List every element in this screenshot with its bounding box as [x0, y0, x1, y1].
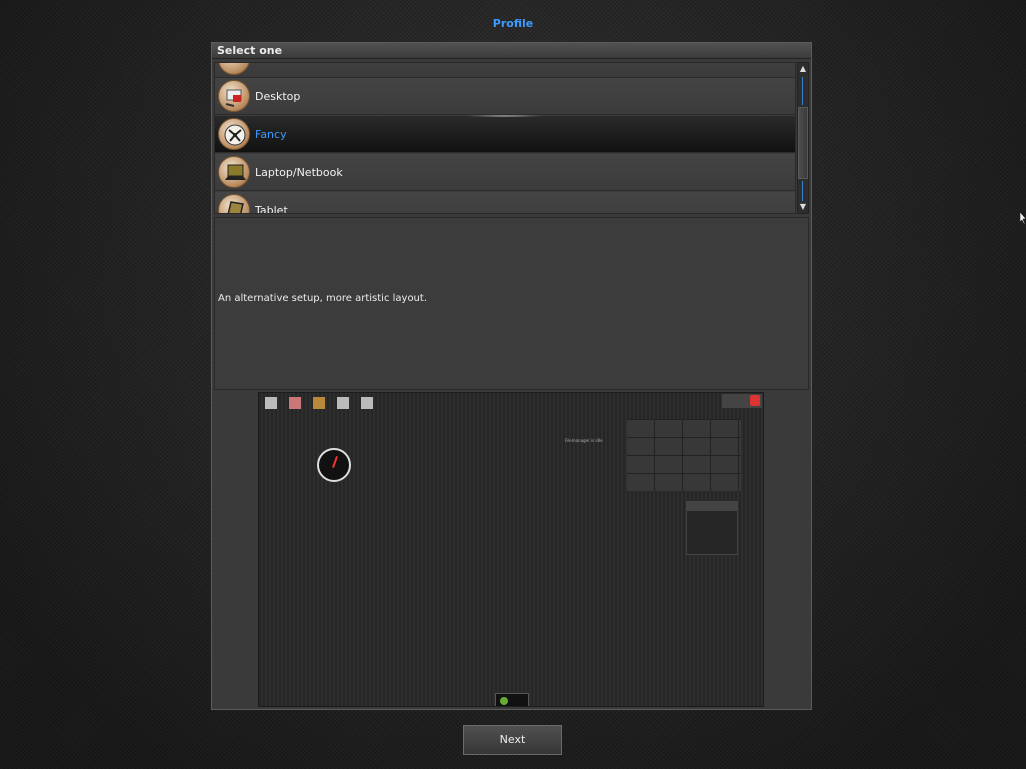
tablet-profile-icon	[218, 194, 250, 213]
selection-glow	[465, 115, 545, 117]
preview-window-text: Filemanager is idle	[565, 438, 603, 443]
description-text: An alternative setup, more artistic layo…	[218, 293, 427, 304]
scroll-track	[802, 181, 803, 201]
fancy-profile-icon	[218, 118, 250, 150]
profile-description: An alternative setup, more artistic layo…	[214, 217, 809, 390]
list-item-tablet[interactable]: Tablet	[215, 192, 795, 214]
scroll-down-icon[interactable]: ▼	[798, 202, 808, 212]
list-scrollbar[interactable]: ▲ ▼	[797, 62, 809, 214]
laptop-profile-icon	[218, 156, 250, 188]
preview-clock-icon	[317, 448, 351, 482]
desktop-profile-icon	[218, 80, 250, 112]
preview-tray	[722, 394, 762, 408]
preview-dock	[495, 693, 529, 706]
scroll-track	[802, 77, 803, 105]
preview-pager	[627, 419, 741, 491]
panel-header: Select one	[212, 43, 811, 59]
preview-places	[686, 501, 738, 555]
next-button[interactable]: Next	[463, 725, 562, 755]
page-title: Profile	[492, 17, 534, 30]
list-item-label: Fancy	[255, 128, 287, 141]
profile-preview-image: Filemanager is idle	[258, 392, 764, 707]
scroll-up-icon[interactable]: ▲	[798, 64, 808, 74]
profile-list[interactable]: Desktop Fancy Laptop/Netbook Tablet	[214, 62, 796, 214]
profile-panel: Select one Desktop Fancy Laptop/Netbook	[211, 42, 812, 710]
list-item-partial[interactable]	[215, 63, 795, 78]
mouse-cursor-icon	[1019, 211, 1026, 230]
preview-shelf	[262, 395, 376, 415]
list-item-label: Desktop	[255, 90, 301, 103]
list-item-desktop[interactable]: Desktop	[215, 78, 795, 115]
list-item-fancy[interactable]: Fancy	[215, 115, 795, 153]
list-item-laptop[interactable]: Laptop/Netbook	[215, 154, 795, 191]
scroll-thumb[interactable]	[798, 107, 808, 179]
list-item-label: Tablet	[255, 204, 288, 214]
list-item-label: Laptop/Netbook	[255, 166, 343, 179]
partial-profile-icon	[218, 63, 250, 75]
